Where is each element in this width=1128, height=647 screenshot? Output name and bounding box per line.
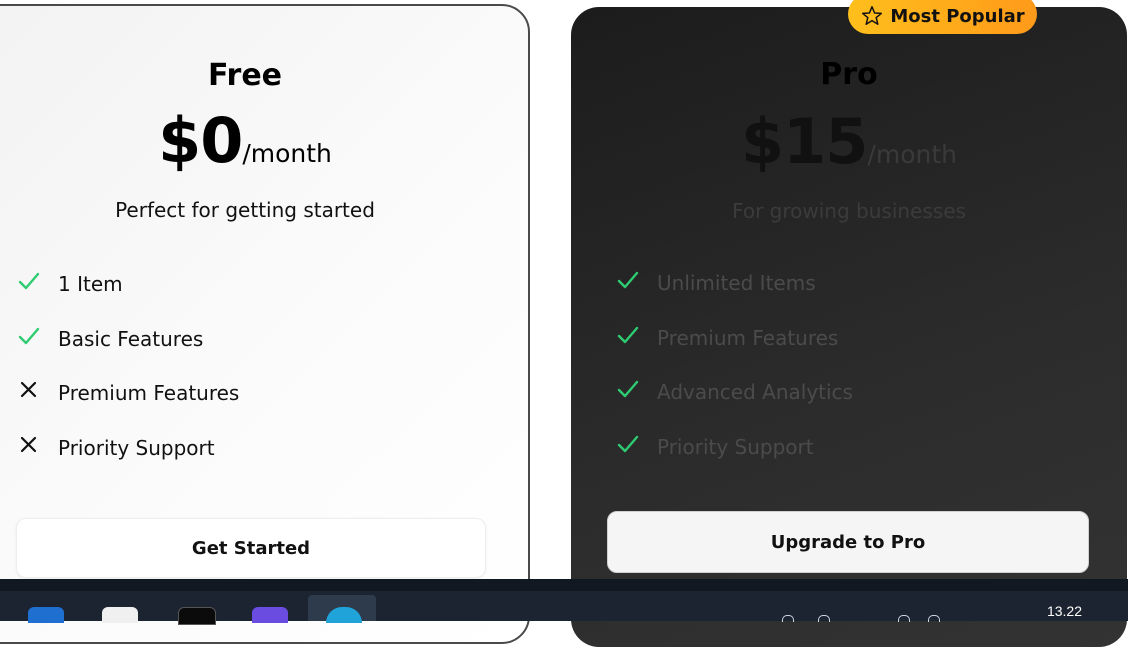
taskbar: 13.22 [0,579,1128,625]
plan-name-pro: Pro [820,57,878,92]
feature-item: Advanced Analytics [615,376,853,431]
check-icon [615,322,641,348]
feature-item: 1 Item [16,268,239,323]
badge-label: Most Popular [890,5,1025,27]
check-icon [16,323,42,349]
plan-card-pro: Pro $15/month For growing businesses Unl… [571,7,1127,647]
feature-item: Basic Features [16,323,239,378]
check-icon [615,267,641,293]
feature-label: Premium Features [657,325,839,350]
price-amount-pro: $15 [741,105,868,178]
price-amount-free: $0 [158,104,243,177]
feature-item: Premium Features [16,377,239,432]
feature-label: Unlimited Items [657,271,816,295]
feature-item: Unlimited Items [615,267,853,322]
taskbar-clock[interactable]: 13.22 [1047,603,1082,619]
feature-label: Premium Features [58,381,240,405]
price-row-free: $0/month [0,104,528,177]
feature-list-free: 1 Item Basic Features Premium Features P… [16,268,239,486]
feature-label: 1 Item [58,272,123,296]
star-icon [862,6,883,25]
plan-name-free: Free [207,58,283,93]
feature-label: Basic Features [58,326,204,351]
upgrade-to-pro-button[interactable]: Upgrade to Pro [607,511,1089,573]
feature-item: Priority Support [16,432,239,487]
price-period-pro: /month [867,140,957,169]
most-popular-badge: Most Popular [848,0,1037,34]
close-icon [16,432,42,458]
plan-tagline-pro: For growing businesses [732,199,966,223]
plan-tagline-free: Perfect for getting started [115,198,375,222]
terminal-icon[interactable] [178,607,216,625]
check-icon [615,376,641,402]
price-period-free: /month [242,139,332,168]
feature-label: Advanced Analytics [657,380,853,404]
feature-item: Premium Features [615,322,853,377]
feature-item: Priority Support [615,431,853,486]
close-icon [16,377,42,403]
plan-card-free: Free $0/month Perfect for getting starte… [0,4,530,644]
feature-label: Priority Support [657,434,814,459]
price-row-pro: $15/month [571,105,1127,178]
taskbar-top-strip [0,579,1128,591]
feature-label: Priority Support [58,435,215,460]
check-icon [16,268,42,294]
check-icon [615,431,641,457]
get-started-button[interactable]: Get Started [16,518,486,578]
feature-list-pro: Unlimited Items Premium Features Advance… [615,267,853,485]
